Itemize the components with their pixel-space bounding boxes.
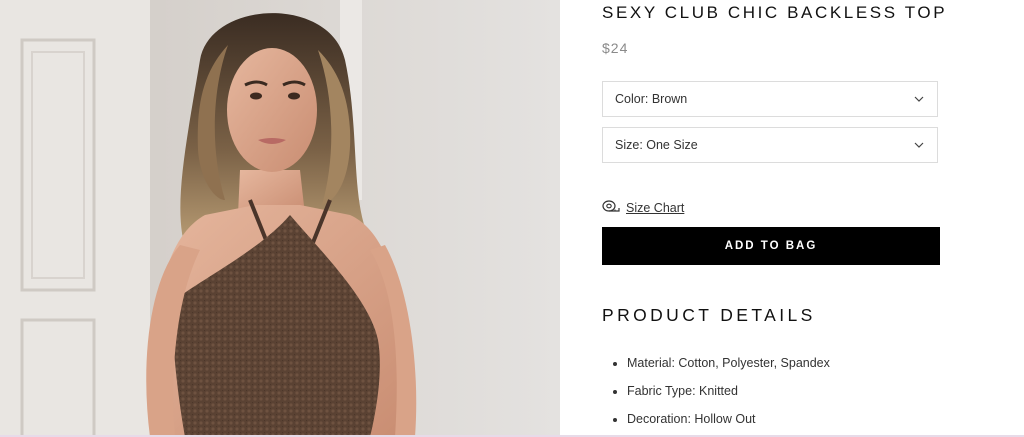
color-select-label: Color: Brown bbox=[615, 92, 688, 106]
add-to-bag-button[interactable]: ADD TO BAG bbox=[602, 227, 940, 265]
product-title: SEXY CLUB CHIC BACKLESS TOP bbox=[602, 3, 948, 22]
tape-measure-icon bbox=[602, 199, 620, 216]
chevron-down-icon bbox=[913, 139, 925, 151]
chevron-down-icon bbox=[913, 93, 925, 105]
product-price: $24 bbox=[602, 40, 629, 56]
product-info: SEXY CLUB CHIC BACKLESS TOP $24 Color: B… bbox=[602, 0, 1002, 437]
size-chart-link[interactable]: Size Chart bbox=[602, 199, 684, 216]
product-image[interactable] bbox=[0, 0, 560, 437]
product-page: SEXY CLUB CHIC BACKLESS TOP $24 Color: B… bbox=[0, 0, 1024, 437]
product-details-list: Material: Cotton, Polyester, Spandex Fab… bbox=[602, 352, 830, 436]
list-item: Fabric Type: Knitted bbox=[627, 380, 830, 408]
color-select[interactable]: Color: Brown bbox=[602, 81, 938, 117]
size-select-label: Size: One Size bbox=[615, 138, 698, 152]
size-chart-label: Size Chart bbox=[626, 200, 685, 215]
size-select[interactable]: Size: One Size bbox=[602, 127, 938, 163]
list-item: Decoration: Hollow Out bbox=[627, 408, 830, 436]
list-item: Material: Cotton, Polyester, Spandex bbox=[627, 352, 830, 380]
product-details-heading: PRODUCT DETAILS bbox=[602, 305, 816, 325]
